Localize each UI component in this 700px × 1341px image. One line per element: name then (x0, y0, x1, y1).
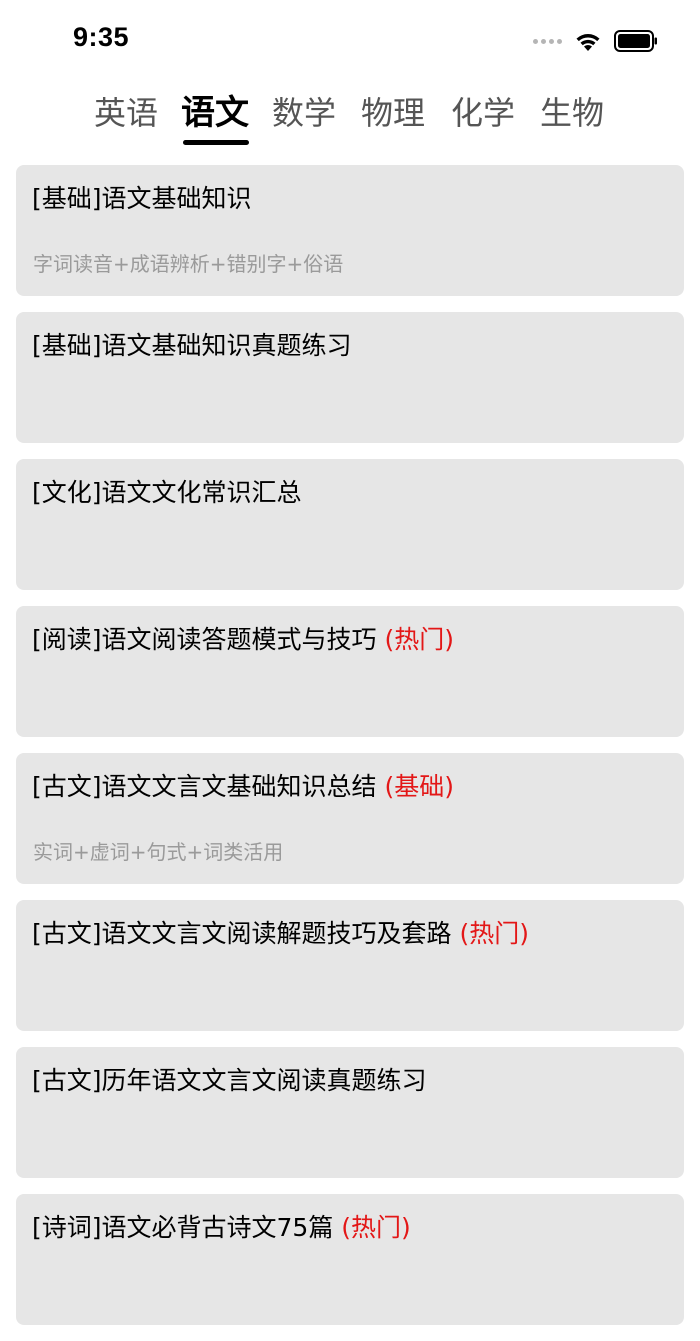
subject-tabs: 英语 语文 数学 物理 化学 生物 (0, 88, 700, 148)
list-item[interactable]: [古文]语文文言文阅读解题技巧及套路 (热门) (16, 900, 684, 1031)
list-item[interactable]: [古文]语文文言文基础知识总结 (基础) 实词+虚词+句式+词类活用 (16, 753, 684, 884)
tab-math[interactable]: 数学 (272, 88, 336, 138)
hot-tag: (热门) (459, 919, 529, 948)
list-item[interactable]: [基础]语文基础知识真题练习 (16, 312, 684, 443)
active-tab-indicator (183, 140, 249, 145)
battery-icon (614, 30, 658, 52)
item-title: [古文]语文文言文基础知识总结 (基础) (32, 772, 454, 801)
status-bar: 9:35 (0, 0, 700, 80)
item-subtitle: 实词+虚词+句式+词类活用 (33, 840, 284, 864)
list-item[interactable]: [古文]历年语文文言文阅读真题练习 (16, 1047, 684, 1178)
list-item[interactable]: [基础]语文基础知识 字词读音+成语辨析+错别字+俗语 (16, 165, 684, 296)
basic-tag: (基础) (384, 772, 454, 801)
tab-physics[interactable]: 物理 (361, 88, 425, 138)
item-title: [诗词]语文必背古诗文75篇 (热门) (32, 1213, 411, 1242)
hot-tag: (热门) (341, 1213, 411, 1242)
article-list: [基础]语文基础知识 字词读音+成语辨析+错别字+俗语 [基础]语文基础知识真题… (16, 165, 684, 1341)
item-title: [古文]历年语文文言文阅读真题练习 (32, 1066, 427, 1095)
item-title: [基础]语文基础知识真题练习 (32, 331, 352, 360)
list-item[interactable]: [阅读]语文阅读答题模式与技巧 (热门) (16, 606, 684, 737)
status-time: 9:35 (73, 22, 130, 52)
item-title: [文化]语文文化常识汇总 (32, 478, 302, 507)
item-subtitle: 字词读音+成语辨析+错别字+俗语 (33, 252, 344, 276)
list-item[interactable]: [诗词]语文必背古诗文75篇 (热门) (16, 1194, 684, 1325)
list-item[interactable]: [文化]语文文化常识汇总 (16, 459, 684, 590)
tab-chemistry[interactable]: 化学 (451, 88, 515, 138)
tab-english[interactable]: 英语 (94, 88, 158, 138)
item-title: [古文]语文文言文阅读解题技巧及套路 (热门) (32, 919, 529, 948)
hot-tag: (热门) (384, 625, 454, 654)
tab-biology[interactable]: 生物 (540, 88, 604, 138)
item-title: [阅读]语文阅读答题模式与技巧 (热门) (32, 625, 454, 654)
status-icons (533, 28, 658, 54)
cellular-signal-icon (533, 38, 562, 44)
tab-chinese[interactable]: 语文 (181, 88, 249, 138)
item-title: [基础]语文基础知识 (32, 184, 252, 213)
wifi-icon (574, 31, 602, 52)
